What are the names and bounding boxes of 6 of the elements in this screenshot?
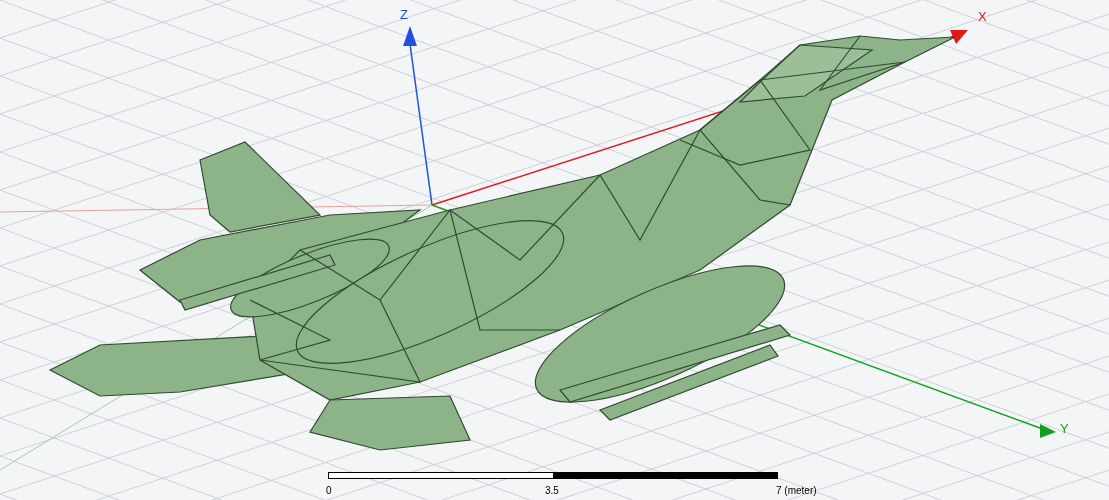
axis-label: Y xyxy=(1060,422,1069,435)
scale-label: 7 (meter) xyxy=(776,486,817,496)
axis-label: Z xyxy=(400,8,408,21)
scale-label: 3.5 xyxy=(545,486,559,496)
scale-label: 0 xyxy=(326,486,332,496)
axis-label: X xyxy=(978,10,987,23)
